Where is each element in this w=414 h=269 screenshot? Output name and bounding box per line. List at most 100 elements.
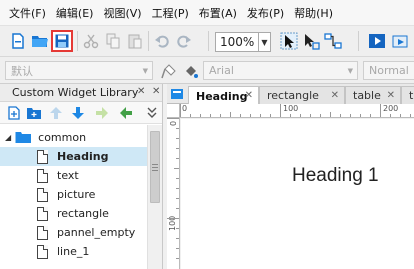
ruler-tick	[176, 238, 179, 239]
menu-publish[interactable]: 发布(P)	[242, 5, 289, 21]
tree-folder-common[interactable]: ◢ common	[0, 128, 147, 147]
undo-button[interactable]	[151, 30, 173, 52]
indent-button[interactable]	[94, 105, 110, 121]
ruler-label: 0	[169, 120, 178, 126]
tree-item-text[interactable]: text	[0, 166, 147, 185]
tab-label: table	[353, 89, 381, 102]
undo-icon	[155, 35, 169, 48]
paste-button[interactable]	[124, 30, 146, 52]
font-family-select[interactable]: Arial ▼	[203, 61, 358, 80]
preview-button[interactable]	[366, 30, 388, 52]
ruler-tick	[176, 228, 179, 229]
ruler-tick	[260, 114, 261, 117]
outdent-button[interactable]	[118, 105, 134, 121]
connector-button[interactable]	[322, 30, 344, 52]
menu-edit[interactable]: 编辑(E)	[51, 5, 99, 21]
tree-item-label: text	[57, 169, 79, 182]
cut-button[interactable]	[80, 30, 102, 52]
tree-item-picture[interactable]: picture	[0, 185, 147, 204]
ruler-corner	[167, 104, 180, 118]
close-icon[interactable]: ✕	[152, 86, 160, 97]
publish-icon	[392, 35, 408, 48]
tab-label: Heading	[196, 89, 248, 103]
arrow-left-icon	[120, 107, 132, 119]
design-canvas[interactable]: Heading 1	[181, 119, 414, 269]
ruler-tick	[167, 118, 179, 119]
ruler-tick	[250, 114, 251, 117]
move-down-button[interactable]	[70, 105, 86, 121]
close-icon[interactable]: ✕	[387, 90, 395, 101]
close-icon[interactable]: ✕	[245, 90, 253, 101]
sitemap-button[interactable]	[170, 87, 184, 101]
new-file-button[interactable]	[7, 30, 29, 52]
page-tab-bar: Heading ✕ rectangle ✕ table ✕ te	[167, 84, 414, 105]
menu-arrange[interactable]: 布置(A)	[194, 5, 242, 21]
ruler-tick	[410, 114, 411, 117]
font-weight-select[interactable]: Normal	[363, 61, 414, 80]
close-icon[interactable]: ✕	[331, 90, 339, 101]
redo-button[interactable]	[173, 30, 195, 52]
tree-item-line-1[interactable]: line_1	[0, 242, 147, 261]
tree-item-heading[interactable]: Heading	[0, 147, 147, 166]
move-up-button[interactable]	[48, 105, 64, 121]
select-contain-button[interactable]	[300, 30, 322, 52]
copy-button[interactable]	[102, 30, 124, 52]
tree-item-rectangle[interactable]: rectangle	[0, 204, 147, 223]
grip-line	[152, 164, 158, 165]
ruler-tick	[176, 158, 179, 159]
menu-view[interactable]: 视图(V)	[98, 5, 146, 21]
menu-project[interactable]: 工程(P)	[147, 5, 194, 21]
select-intersect-icon	[280, 32, 298, 50]
add-folder-button[interactable]	[26, 105, 42, 121]
ruler-tick	[390, 114, 391, 117]
menu-file[interactable]: 文件(F)	[4, 5, 51, 21]
scrollbar-thumb[interactable]	[150, 131, 160, 203]
tab-table[interactable]: table ✕	[345, 86, 401, 104]
ruler-tick	[300, 114, 301, 117]
more-options-button[interactable]	[144, 105, 160, 121]
arrow-down-icon	[72, 107, 84, 119]
format-painter-button[interactable]	[158, 60, 180, 82]
tree-item-label: line_1	[57, 245, 90, 258]
zoom-dropdown-button[interactable]: ▼	[259, 32, 271, 52]
ruler-tick	[380, 104, 381, 117]
publish-button[interactable]	[390, 30, 412, 52]
chevron-down-icon: ▼	[347, 67, 353, 75]
collapse-icon[interactable]: ✕	[137, 86, 145, 97]
app-window: 文件(F) 编辑(E) 视图(V) 工程(P) 布置(A) 发布(P) 帮助(H…	[0, 0, 414, 269]
tab-te[interactable]: te	[401, 86, 414, 104]
save-icon	[55, 34, 69, 48]
ruler-tick	[400, 114, 401, 117]
folder-icon	[15, 132, 32, 143]
select-intersect-button[interactable]	[278, 30, 300, 52]
grip-line	[152, 167, 158, 168]
cut-icon	[83, 34, 99, 49]
expand-arrow-icon[interactable]: ◢	[5, 133, 11, 142]
chevron-down-icon: ▼	[261, 37, 268, 47]
add-widget-button[interactable]	[6, 105, 22, 121]
ruler-tick	[167, 218, 179, 219]
style-select[interactable]: 默认 ▼	[5, 61, 153, 80]
menu-help[interactable]: 帮助(H)	[289, 5, 338, 21]
ruler-tick	[176, 208, 179, 209]
tab-rectangle[interactable]: rectangle ✕	[259, 86, 345, 104]
zoom-input[interactable]: 100%	[215, 32, 259, 52]
save-button[interactable]	[51, 30, 73, 52]
panel-title: Custom Widget Library	[12, 86, 139, 99]
horizontal-ruler: 0 100 200	[180, 104, 414, 118]
tree-item-pannel-empty[interactable]: pannel_empty	[0, 223, 147, 242]
font-weight-value: Normal	[369, 64, 409, 77]
tree-scrollbar[interactable]	[147, 125, 162, 269]
widget-library-panel: Custom Widget Library ✕ ✕ ◢ common Headi…	[0, 84, 163, 269]
open-button[interactable]	[29, 30, 51, 52]
ruler-tick	[370, 114, 371, 117]
tree-item-label: pannel_empty	[57, 226, 136, 239]
tab-heading[interactable]: Heading ✕	[188, 86, 259, 105]
heading-widget[interactable]: Heading 1	[292, 165, 379, 187]
paint-bucket-button[interactable]	[180, 60, 202, 82]
ruler-tick	[230, 112, 231, 117]
toolbar-separator	[148, 31, 149, 51]
vertical-ruler: 0 100	[167, 118, 180, 269]
paste-icon	[128, 34, 142, 49]
ruler-tick	[350, 114, 351, 117]
